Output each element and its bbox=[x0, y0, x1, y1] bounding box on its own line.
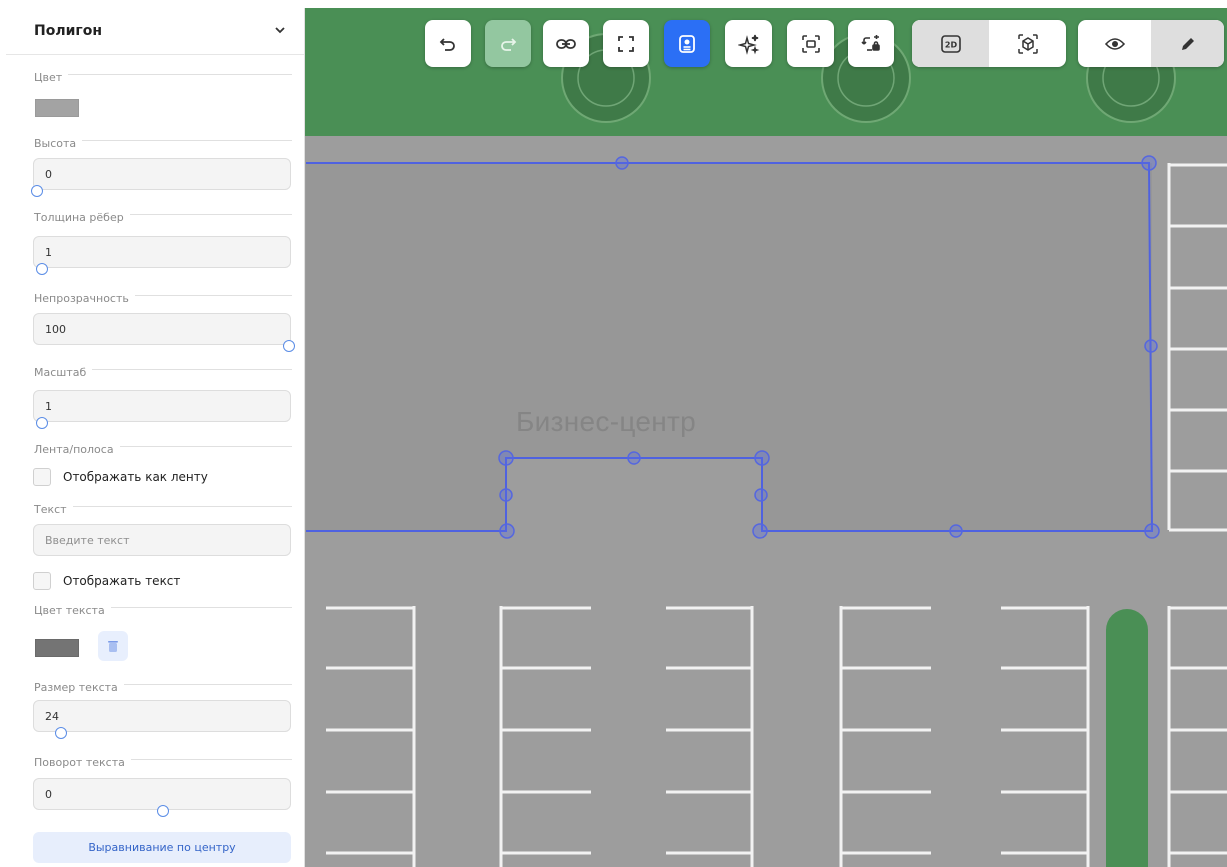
edit-mode-button[interactable] bbox=[1151, 20, 1224, 67]
rotate-lock-icon bbox=[861, 34, 880, 51]
section-color-label: Цвет bbox=[34, 71, 69, 84]
section-text-rotation: Поворот текста bbox=[34, 751, 292, 769]
text-size-slider-handle[interactable] bbox=[55, 727, 67, 739]
edge-thickness-slider-handle[interactable] bbox=[36, 263, 48, 275]
polygon-color-swatch[interactable] bbox=[35, 99, 79, 117]
section-text-rotation-label: Поворот текста bbox=[34, 756, 131, 769]
section-text-color: Цвет текста bbox=[34, 599, 292, 617]
section-height: Высота bbox=[34, 132, 292, 150]
view-mode-button[interactable] bbox=[1078, 20, 1151, 67]
section-color: Цвет bbox=[34, 66, 292, 84]
opacity-field[interactable]: 100 bbox=[33, 313, 291, 345]
section-ribbon-label: Лента/полоса bbox=[34, 443, 120, 456]
green-island bbox=[1106, 609, 1148, 867]
fullscreen-button[interactable] bbox=[603, 20, 649, 67]
edit-mode-toggle[interactable] bbox=[1078, 20, 1224, 67]
section-scale: Масштаб bbox=[34, 361, 292, 379]
show-text-checkbox[interactable] bbox=[33, 572, 51, 590]
view-mode-toggle[interactable]: 2D bbox=[912, 20, 1066, 67]
show-text-checkbox-label[interactable]: Отображать текст bbox=[63, 574, 180, 588]
undo-button[interactable] bbox=[425, 20, 471, 67]
section-opacity: Непрозрачность bbox=[34, 287, 292, 305]
section-ribbon: Лента/полоса bbox=[34, 438, 292, 456]
height-field[interactable]: 0 bbox=[33, 158, 291, 190]
eye-icon bbox=[1104, 37, 1125, 50]
2d-icon: 2D bbox=[940, 34, 961, 53]
text-color-swatch[interactable] bbox=[35, 639, 79, 657]
rotate-lock-button[interactable] bbox=[848, 20, 894, 67]
fit-button[interactable] bbox=[787, 20, 834, 67]
properties-panel: Полигон Цвет Высота 0 Толщина рёбер 1 Не… bbox=[6, 8, 305, 867]
trash-icon bbox=[108, 641, 118, 652]
section-height-label: Высота bbox=[34, 137, 83, 150]
fit-frame-icon bbox=[801, 34, 820, 53]
undo-icon bbox=[439, 37, 455, 51]
align-center-button[interactable]: Выравнивание по центру bbox=[33, 832, 291, 863]
link-icon bbox=[556, 38, 576, 49]
section-edge-thickness-label: Толщина рёбер bbox=[34, 211, 130, 224]
opacity-slider-handle[interactable] bbox=[283, 340, 295, 352]
scale-slider-handle[interactable] bbox=[36, 417, 48, 429]
fullscreen-icon bbox=[618, 35, 634, 52]
app-frame: Бизнес-центр 2D Полигон Цвет Высота 0 То… bbox=[6, 8, 1227, 867]
panel-header[interactable]: Полигон bbox=[6, 8, 304, 55]
edge-thickness-field[interactable]: 1 bbox=[33, 236, 291, 268]
sparkles-icon bbox=[737, 34, 759, 55]
redo-button[interactable] bbox=[485, 20, 531, 67]
height-slider-handle[interactable] bbox=[31, 185, 43, 197]
section-text-label: Текст bbox=[34, 503, 73, 516]
ribbon-checkbox-label[interactable]: Отображать как ленту bbox=[63, 470, 208, 484]
panel-title: Полигон bbox=[34, 23, 103, 39]
card-icon bbox=[679, 34, 695, 53]
section-text-color-label: Цвет текста bbox=[34, 604, 111, 617]
text-input[interactable]: Введите текст bbox=[33, 524, 291, 556]
section-edge-thickness: Толщина рёбер bbox=[34, 206, 292, 224]
section-scale-label: Масштаб bbox=[34, 366, 93, 379]
section-text-size: Размер текста bbox=[34, 676, 292, 694]
building-label: Бизнес-центр bbox=[516, 406, 696, 437]
section-text-size-label: Размер текста bbox=[34, 681, 124, 694]
pencil-icon bbox=[1181, 37, 1194, 50]
scale-field[interactable]: 1 bbox=[33, 390, 291, 422]
delete-text-color-button[interactable] bbox=[98, 631, 128, 661]
section-text: Текст bbox=[34, 498, 292, 516]
ribbon-checkbox[interactable] bbox=[33, 468, 51, 486]
cube-icon bbox=[1017, 33, 1038, 54]
section-opacity-label: Непрозрачность bbox=[34, 292, 135, 305]
magic-button[interactable] bbox=[725, 20, 772, 67]
chevron-down-icon[interactable] bbox=[274, 24, 286, 36]
view-3d-button[interactable] bbox=[989, 20, 1066, 67]
link-button[interactable] bbox=[543, 20, 589, 67]
redo-icon bbox=[501, 37, 517, 51]
card-button[interactable] bbox=[664, 20, 710, 67]
svg-text:2D: 2D bbox=[944, 40, 957, 49]
text-size-field[interactable]: 24 bbox=[33, 700, 291, 732]
text-rotation-slider-handle[interactable] bbox=[157, 805, 169, 817]
view-2d-button[interactable]: 2D bbox=[912, 20, 989, 67]
